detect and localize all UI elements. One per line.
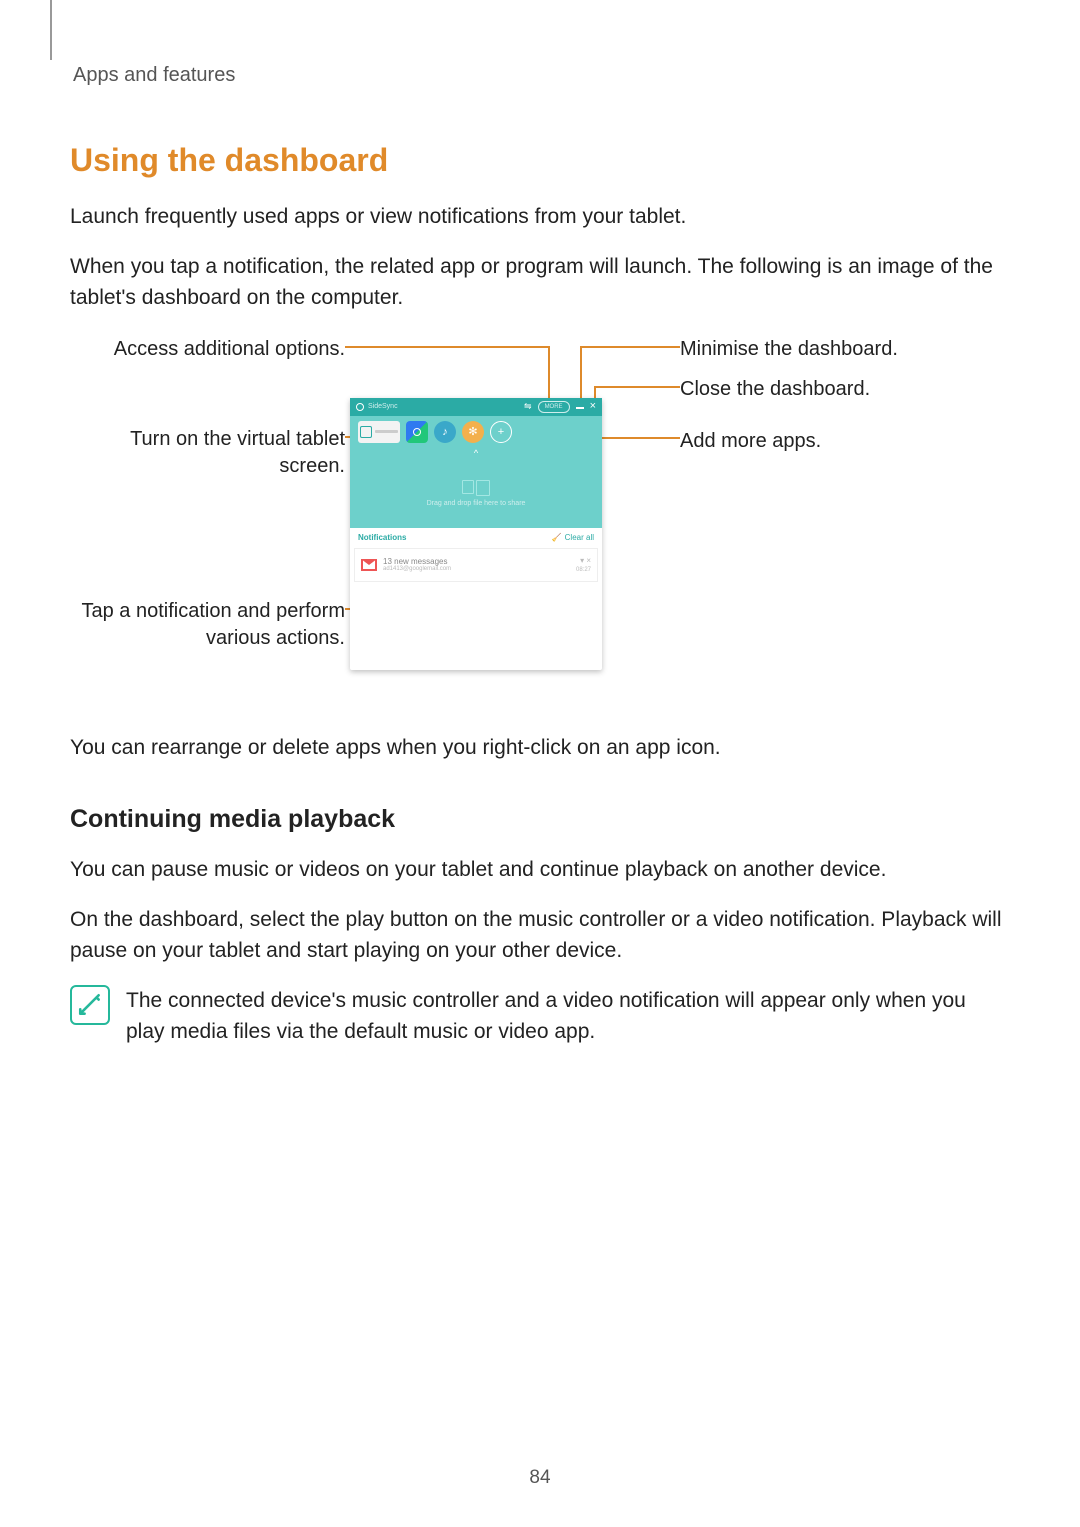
subheading-media: Continuing media playback xyxy=(70,805,1010,834)
media-paragraph-1: You can pause music or videos on your ta… xyxy=(70,854,1010,886)
media-paragraph-2: On the dashboard, select the play button… xyxy=(70,904,1010,967)
page-number: 84 xyxy=(0,1467,1080,1489)
note-block: The connected device's music controller … xyxy=(70,985,1010,1048)
more-button[interactable]: MORE xyxy=(538,401,570,413)
dashboard-window: SideSync ⇋ MORE × ♪ ✻ + ^ xyxy=(350,398,602,670)
dashboard-figure: Access additional options. Turn on the v… xyxy=(70,332,1010,702)
collapse-toggle[interactable]: ^ xyxy=(350,448,602,460)
dashboard-title-label: SideSync xyxy=(368,403,398,410)
minimise-button[interactable] xyxy=(576,407,584,409)
notifications-label: Notifications xyxy=(358,533,406,542)
notification-item[interactable]: 13 new messages ad1413@googlemail.com ▾ … xyxy=(354,548,598,582)
intro-paragraph-2: When you tap a notification, the related… xyxy=(70,251,1010,314)
intro-paragraph-1: Launch frequently used apps or view noti… xyxy=(70,201,1010,233)
dashboard-titlebar: SideSync ⇋ MORE × xyxy=(350,398,602,416)
settings-app-icon[interactable]: ✻ xyxy=(462,421,484,443)
note-text: The connected device's music controller … xyxy=(126,985,1010,1048)
page-title: Using the dashboard xyxy=(70,142,1010,179)
leader-line xyxy=(580,346,582,400)
notification-actions[interactable]: ▾ × xyxy=(580,556,591,565)
mail-icon xyxy=(361,559,377,571)
callout-close: Close the dashboard. xyxy=(680,376,1010,403)
leader-line xyxy=(345,346,550,348)
leader-line xyxy=(580,346,680,348)
drop-zone-label: Drag and drop file here to share xyxy=(427,500,526,507)
notifications-header: Notifications 🧹Clear all xyxy=(350,528,602,548)
callout-virtual-screen-2: screen. xyxy=(279,453,345,480)
divider xyxy=(375,430,398,433)
rearrange-paragraph: You can rearrange or delete apps when yo… xyxy=(70,732,1010,764)
share-icon[interactable]: ⇋ xyxy=(524,401,532,412)
leader-line xyxy=(548,346,550,400)
notification-subtitle: ad1413@googlemail.com xyxy=(383,566,570,572)
close-button[interactable]: × xyxy=(590,401,596,412)
notification-title: 13 new messages xyxy=(383,557,570,566)
tablet-icon xyxy=(360,426,372,438)
gallery-app-icon[interactable] xyxy=(406,421,428,443)
add-apps-button[interactable]: + xyxy=(490,421,512,443)
dashboard-app-rail: ♪ ✻ + xyxy=(350,416,602,448)
file-drop-zone[interactable]: Drag and drop file here to share xyxy=(350,460,602,528)
breadcrumb: Apps and features xyxy=(73,64,1010,87)
callout-notification-1: Tap a notification and perform xyxy=(82,598,346,625)
notification-time: 08:27 xyxy=(576,567,591,573)
photo-icon xyxy=(413,428,421,436)
virtual-screen-button[interactable] xyxy=(358,421,400,443)
empty-area xyxy=(350,582,602,670)
clear-all-button[interactable]: 🧹Clear all xyxy=(552,533,594,542)
callout-add-apps: Add more apps. xyxy=(680,428,1010,455)
note-icon xyxy=(70,985,110,1025)
clear-icon: 🧹 xyxy=(552,533,562,542)
callout-minimise: Minimise the dashboard. xyxy=(680,336,1010,363)
music-app-icon[interactable]: ♪ xyxy=(434,421,456,443)
header-rule xyxy=(50,0,52,60)
refresh-icon[interactable] xyxy=(356,403,364,411)
callout-access-options: Access additional options. xyxy=(114,336,345,363)
leader-line xyxy=(594,386,680,388)
file-transfer-icon xyxy=(462,480,490,496)
callout-notification-2: various actions. xyxy=(206,625,345,652)
callout-virtual-screen-1: Turn on the virtual tablet xyxy=(130,426,345,453)
clear-all-label: Clear all xyxy=(565,533,594,542)
